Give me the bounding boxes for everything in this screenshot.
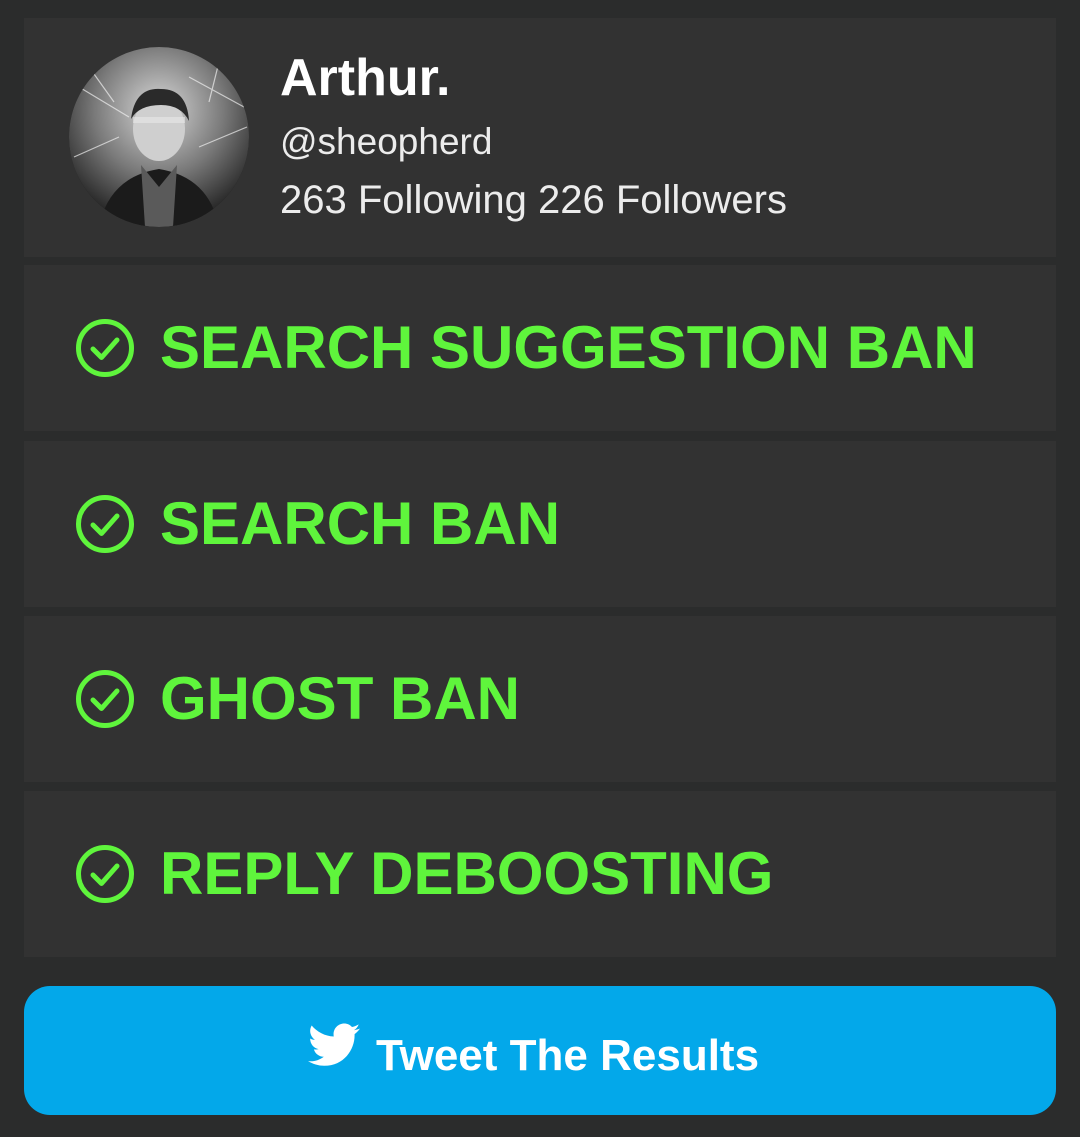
following-label: Following — [357, 178, 527, 222]
tweet-button-label: Tweet The Results — [376, 1031, 760, 1080]
check-row-search-suggestion-ban: SEARCH SUGGESTION BAN — [24, 265, 1056, 431]
follow-stats: 263 Following 226 Followers — [280, 177, 787, 223]
username-handle: @sheopherd — [280, 121, 493, 162]
twitter-bird-icon — [308, 1023, 360, 1066]
check-row-ghost-ban: GHOST BAN — [24, 616, 1056, 782]
shadowban-result-page: Arthur. @sheopherd 263 Following 226 Fol… — [0, 0, 1080, 1137]
followers-label: Followers — [615, 178, 787, 222]
check-label: GHOST BAN — [160, 665, 520, 732]
check-circle-icon — [76, 845, 134, 903]
check-label: SEARCH SUGGESTION BAN — [160, 314, 977, 381]
check-circle-icon — [76, 495, 134, 553]
tweet-results-button[interactable]: Tweet The Results — [24, 986, 1056, 1115]
check-label: REPLY DEBOOSTING — [160, 840, 774, 907]
followers-count: 226 — [537, 178, 605, 222]
check-label: SEARCH BAN — [160, 490, 561, 557]
display-name: Arthur. — [280, 49, 451, 107]
check-row-search-ban: SEARCH BAN — [24, 441, 1056, 607]
check-row-reply-deboosting: REPLY DEBOOSTING — [24, 791, 1056, 957]
check-circle-icon — [76, 670, 134, 728]
avatar — [69, 47, 249, 227]
check-circle-icon — [76, 319, 134, 377]
following-count: 263 — [280, 178, 347, 222]
profile-card: Arthur. @sheopherd 263 Following 226 Fol… — [24, 18, 1056, 257]
